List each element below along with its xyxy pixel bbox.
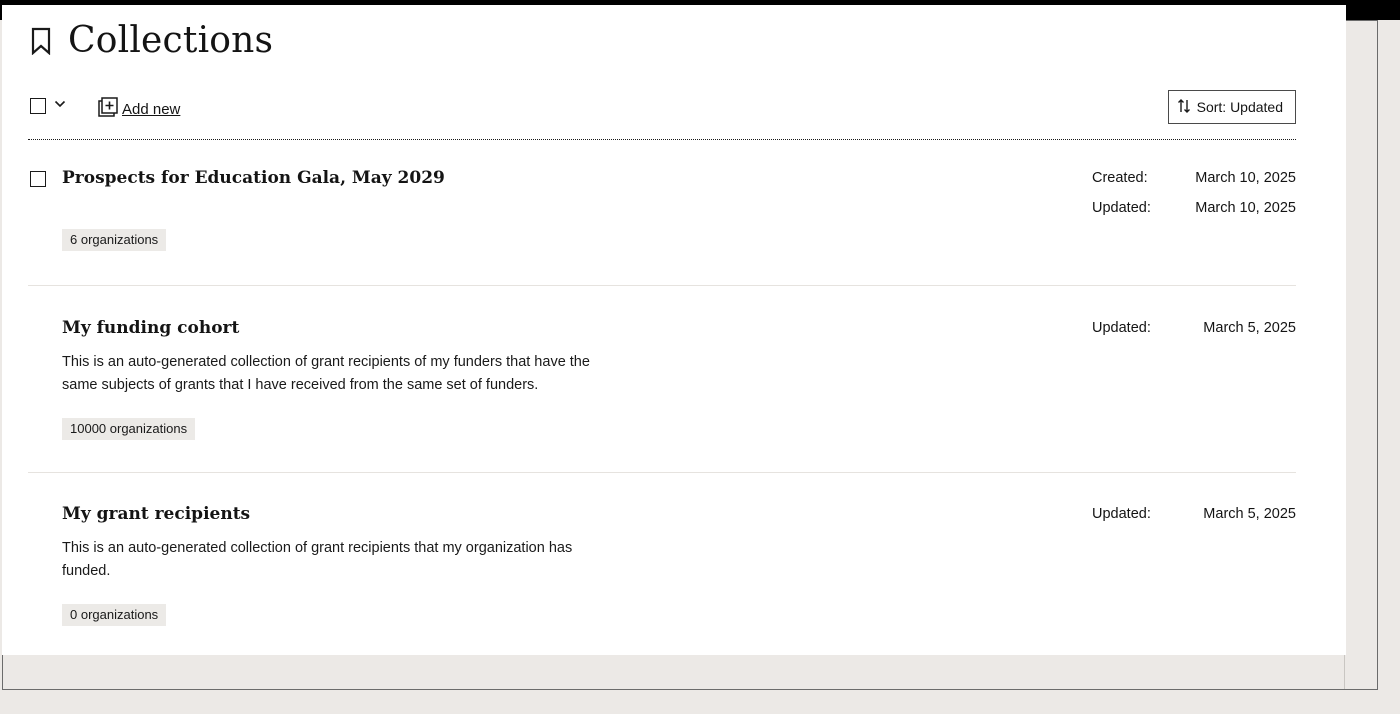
bookmark-icon — [30, 27, 52, 55]
updated-date: March 10, 2025 — [1195, 200, 1296, 216]
updated-label: Updated: — [1092, 320, 1151, 336]
sort-arrows-icon — [1177, 98, 1191, 117]
collection-title[interactable]: Prospects for Education Gala, May 2029 — [62, 167, 445, 189]
collection-dates: Created: March 10, 2025 Updated: March 1… — [1092, 167, 1296, 227]
row-divider — [28, 285, 1296, 286]
organization-count-badge: 0 organizations — [62, 604, 167, 626]
updated-date: March 5, 2025 — [1203, 320, 1296, 336]
chevron-down-icon[interactable] — [54, 97, 66, 115]
updated-date: March 5, 2025 — [1203, 506, 1296, 522]
organization-count-badge: 10000 organizations — [62, 418, 196, 440]
sort-label: Sort: Updated — [1196, 99, 1283, 115]
collection-row[interactable]: Prospects for Education Gala, May 2029 6… — [28, 167, 1296, 257]
collection-description: This is an auto-generated collection of … — [62, 540, 573, 579]
organization-count-badge: 6 organizations — [62, 229, 167, 251]
row-divider — [28, 472, 1296, 473]
created-label: Created: — [1092, 170, 1148, 186]
created-date: March 10, 2025 — [1195, 170, 1296, 186]
collections-panel: Collections Add new Sort: Updated Prospe… — [2, 5, 1346, 655]
row-checkbox[interactable] — [30, 171, 46, 187]
add-new-label[interactable]: Add new — [122, 101, 180, 118]
collection-description: This is an auto-generated collection of … — [62, 354, 590, 393]
page-title: Collections — [68, 20, 274, 61]
select-all-checkbox[interactable] — [30, 98, 46, 114]
add-new-button[interactable]: Add new — [98, 97, 180, 122]
toolbar-divider — [28, 139, 1296, 140]
collection-row[interactable]: My grant recipients This is an auto-gene… — [28, 503, 1296, 633]
collection-dates: Updated: March 5, 2025 — [1092, 503, 1296, 533]
collection-title[interactable]: My funding cohort — [62, 317, 239, 339]
panel-edge — [1344, 21, 1377, 689]
toolbar: Add new Sort: Updated — [28, 89, 1296, 125]
updated-label: Updated: — [1092, 506, 1151, 522]
collection-title[interactable]: My grant recipients — [62, 503, 250, 525]
collection-dates: Updated: March 5, 2025 — [1092, 317, 1296, 347]
page-header: Collections — [30, 21, 273, 61]
add-collection-icon — [98, 97, 118, 122]
select-all-control[interactable] — [30, 97, 66, 115]
sort-button[interactable]: Sort: Updated — [1167, 90, 1296, 124]
updated-label: Updated: — [1092, 200, 1151, 216]
collection-row[interactable]: My funding cohort This is an auto-genera… — [28, 317, 1296, 447]
